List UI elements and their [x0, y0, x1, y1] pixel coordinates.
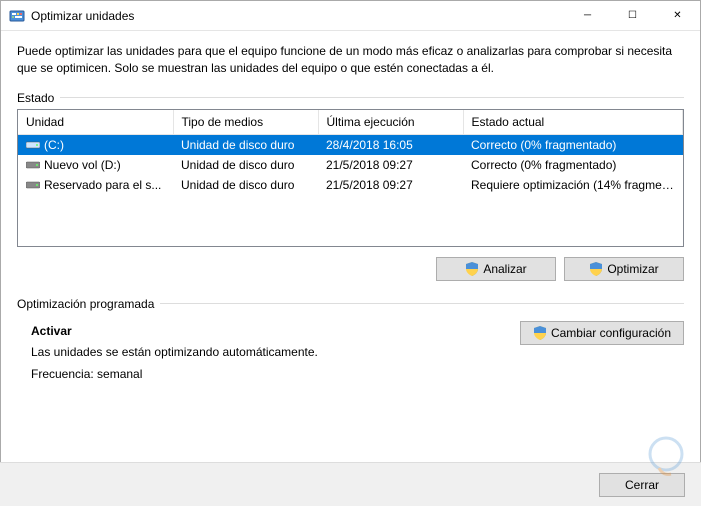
col-media[interactable]: Tipo de medios [173, 110, 318, 135]
drive-icon [26, 139, 40, 149]
media-type: Unidad de disco duro [173, 134, 318, 155]
shield-icon [589, 262, 603, 276]
schedule-info: Activar Las unidades se están optimizand… [31, 321, 318, 386]
analyze-label: Analizar [483, 262, 526, 276]
schedule-line2: Frecuencia: semanal [31, 364, 318, 386]
optimize-button[interactable]: Optimizar [564, 257, 684, 281]
status-label: Estado [17, 91, 54, 105]
dialog-footer: Cerrar [0, 462, 701, 506]
col-lastrun[interactable]: Última ejecución [318, 110, 463, 135]
col-state[interactable]: Estado actual [463, 110, 683, 135]
window-title: Optimizar unidades [31, 9, 565, 23]
drive-name: (C:) [44, 138, 64, 152]
close-dialog-button[interactable]: Cerrar [599, 473, 685, 497]
schedule-line1: Las unidades se están optimizando automá… [31, 342, 318, 364]
content-area: Puede optimizar las unidades para que el… [1, 31, 700, 385]
close-button[interactable]: ✕ [655, 1, 700, 31]
table-row[interactable]: (C:) Unidad de disco duro28/4/2018 16:05C… [18, 134, 683, 155]
schedule-section: Optimización programada Activar Las unid… [17, 297, 684, 386]
schedule-group-label: Optimización programada [17, 297, 684, 311]
shield-icon [465, 262, 479, 276]
titlebar: Optimizar unidades ─ ☐ ✕ [1, 1, 700, 31]
current-state: Correcto (0% fragmentado) [463, 155, 683, 175]
last-run: 28/4/2018 16:05 [318, 134, 463, 155]
defrag-icon [9, 8, 25, 24]
shield-icon [533, 326, 547, 340]
table-row[interactable]: Nuevo vol (D:) Unidad de disco duro21/5/2… [18, 155, 683, 175]
divider [60, 97, 684, 98]
close-label: Cerrar [625, 478, 659, 492]
schedule-label: Optimización programada [17, 297, 154, 311]
current-state: Correcto (0% fragmentado) [463, 134, 683, 155]
current-state: Requiere optimización (14% fragmentado) [463, 175, 683, 195]
table-header-row: Unidad Tipo de medios Última ejecución E… [18, 110, 683, 135]
drive-icon [26, 179, 40, 189]
analyze-button[interactable]: Analizar [436, 257, 556, 281]
drives-table-container: Unidad Tipo de medios Última ejecución E… [17, 109, 684, 247]
media-type: Unidad de disco duro [173, 175, 318, 195]
divider [160, 303, 684, 304]
table-row[interactable]: Reservado para el s... Unidad de disco du… [18, 175, 683, 195]
drive-name: Reservado para el s... [44, 178, 161, 192]
drive-icon [26, 159, 40, 169]
last-run: 21/5/2018 09:27 [318, 155, 463, 175]
description-text: Puede optimizar las unidades para que el… [17, 43, 684, 77]
drive-name: Nuevo vol (D:) [44, 158, 121, 172]
change-settings-button[interactable]: Cambiar configuración [520, 321, 684, 345]
action-buttons-row: Analizar Optimizar [17, 257, 684, 281]
col-drive[interactable]: Unidad [18, 110, 173, 135]
minimize-button[interactable]: ─ [565, 1, 610, 31]
media-type: Unidad de disco duro [173, 155, 318, 175]
schedule-heading: Activar [31, 321, 318, 343]
optimize-label: Optimizar [607, 262, 658, 276]
status-group-label: Estado [17, 91, 684, 105]
last-run: 21/5/2018 09:27 [318, 175, 463, 195]
drives-table[interactable]: Unidad Tipo de medios Última ejecución E… [18, 110, 683, 195]
change-label: Cambiar configuración [551, 326, 671, 340]
maximize-button[interactable]: ☐ [610, 1, 655, 31]
